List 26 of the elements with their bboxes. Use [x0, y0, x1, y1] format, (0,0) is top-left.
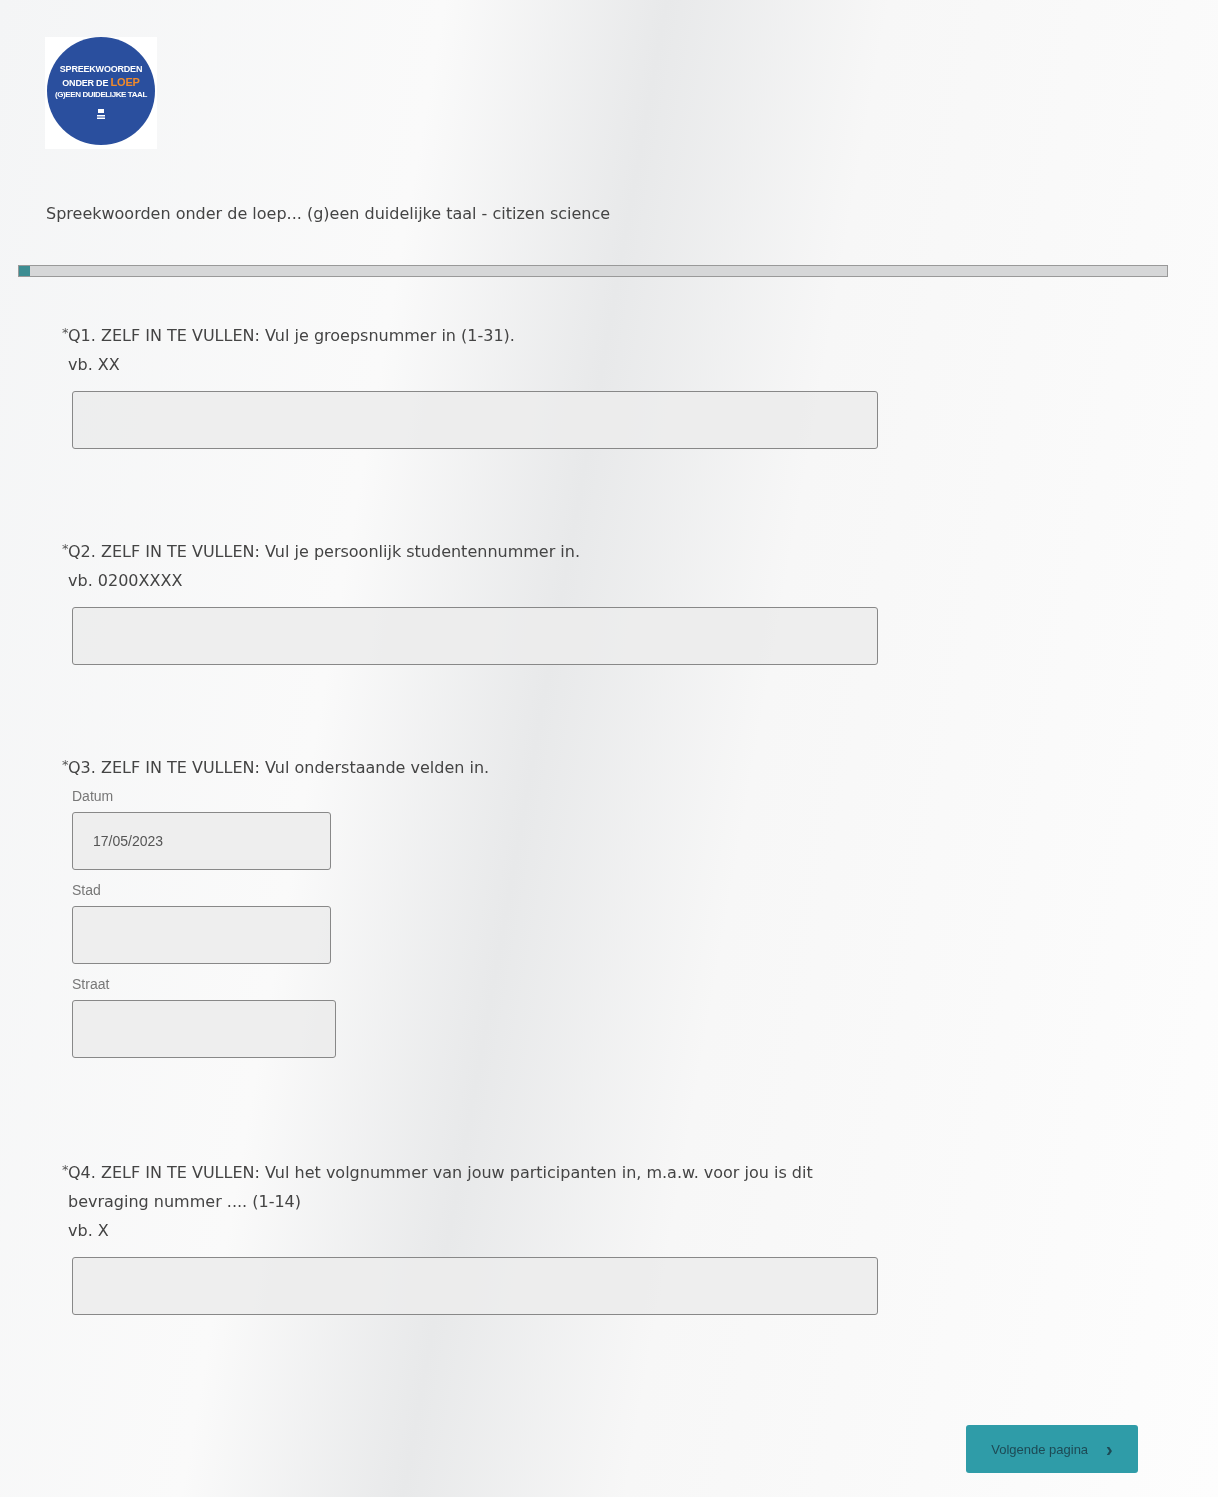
- survey-title: Spreekwoorden onder de loep... (g)een duidelijke taal - citizen science: [46, 204, 612, 223]
- required-asterisk: *: [62, 540, 69, 556]
- question-hint: vb. XX: [68, 354, 121, 376]
- required-asterisk: *: [62, 1161, 69, 1177]
- answer-field[interactable]: [72, 607, 878, 665]
- input-field[interactable]: [72, 1000, 336, 1058]
- logo-text: ONDER DE LOEP: [62, 75, 140, 88]
- chevron-icon: ›: [1106, 1437, 1113, 1461]
- answer-field[interactable]: [72, 391, 878, 449]
- field-label: Datum: [72, 788, 115, 804]
- question-label: Q1. ZELF IN TE VULLEN: Vul je groepsnummer in (1-31).: [68, 326, 515, 345]
- required-asterisk: *: [62, 324, 69, 340]
- logo-text: SPREEKWOORDEN: [59, 63, 143, 74]
- logo-text: (G)EEN DUIDELIJKE TAAL: [55, 89, 147, 99]
- emblem-icon: [97, 108, 105, 119]
- question-label: Q4. ZELF IN TE VULLEN: Vul het volgnummer van jouw participanten in, m.a.w. voor jou is dit bevraging nummer .... (1-14): [68, 1163, 813, 1211]
- question-hint: vb. 0200XXXX: [68, 570, 184, 592]
- input-field[interactable]: [72, 906, 331, 964]
- answer-field[interactable]: [72, 1257, 878, 1315]
- field-label: Stad: [72, 882, 102, 898]
- question-label: Q3. ZELF IN TE VULLEN: Vul onderstaande velden in.: [68, 758, 490, 777]
- field-label: Straat: [72, 976, 111, 992]
- question-label: Q2. ZELF IN TE VULLEN: Vul je persoonlijk studentennummer in.: [68, 542, 580, 561]
- question-hint: vb. X: [68, 1220, 110, 1242]
- required-asterisk: *: [62, 756, 69, 772]
- date-field[interactable]: 17/05/2023: [72, 812, 331, 870]
